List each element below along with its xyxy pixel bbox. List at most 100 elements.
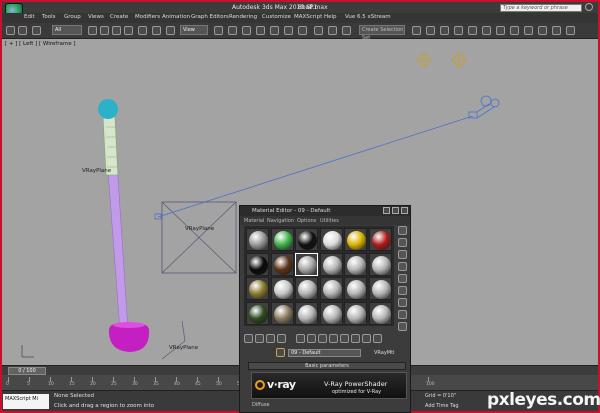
material-slot[interactable] xyxy=(295,301,318,325)
menu-customize[interactable]: Customize xyxy=(262,14,291,20)
align-icon[interactable] xyxy=(342,26,351,35)
rotate-icon[interactable] xyxy=(152,26,161,35)
render-setup-icon[interactable] xyxy=(482,26,491,35)
material-slot[interactable] xyxy=(319,277,343,300)
select-manipulate-icon[interactable] xyxy=(228,26,237,35)
vray-plane-gizmo[interactable] xyxy=(161,201,237,274)
region-select-icon[interactable] xyxy=(112,26,121,35)
scale-icon[interactable] xyxy=(166,26,175,35)
redo-icon[interactable] xyxy=(18,26,27,35)
sample-type-icon[interactable] xyxy=(398,226,407,235)
material-slot[interactable] xyxy=(368,228,392,251)
time-slider-handle[interactable]: 0 / 100 xyxy=(8,367,46,375)
material-slot[interactable] xyxy=(344,277,367,300)
material-slot[interactable] xyxy=(246,228,269,251)
quick-render-icon[interactable] xyxy=(524,26,533,35)
material-slot[interactable] xyxy=(246,277,269,300)
point-helper-icon[interactable] xyxy=(416,52,467,68)
spinner-snap-icon[interactable] xyxy=(298,26,307,35)
mirror-icon[interactable] xyxy=(328,26,337,35)
material-slot[interactable] xyxy=(368,301,392,325)
edit-named-sets-icon[interactable] xyxy=(314,26,323,35)
uv-tiling-icon[interactable] xyxy=(398,262,407,271)
material-slot[interactable] xyxy=(295,228,318,251)
menu-tools[interactable]: Tools xyxy=(42,14,56,20)
material-navigator-icon[interactable] xyxy=(398,322,407,331)
show-end-result-icon[interactable] xyxy=(351,334,360,343)
minimize-icon[interactable] xyxy=(383,207,390,214)
menu-help[interactable]: Help xyxy=(324,14,337,20)
basic-parameters-rollout[interactable]: Basic parameters xyxy=(248,362,406,370)
keyboard-shortcut-icon[interactable] xyxy=(242,26,251,35)
material-slot[interactable] xyxy=(270,252,294,276)
me-menu-options[interactable]: Options xyxy=(297,218,316,224)
material-slot[interactable] xyxy=(295,277,318,300)
material-type-button[interactable]: VRayMtl xyxy=(374,350,394,356)
material-slot[interactable] xyxy=(368,252,392,276)
graphite-icon[interactable] xyxy=(426,26,435,35)
put-to-library-icon[interactable] xyxy=(318,334,327,343)
material-slot[interactable] xyxy=(344,252,367,276)
angle-snap-icon[interactable] xyxy=(270,26,279,35)
teapot-render-icon[interactable] xyxy=(566,26,575,35)
menu-modifiers[interactable]: Modifiers xyxy=(135,14,160,20)
menu-maxscript[interactable]: MAXScript xyxy=(294,14,322,20)
show-map-icon[interactable] xyxy=(340,334,349,343)
select-by-name-icon[interactable] xyxy=(100,26,109,35)
menu-vue[interactable]: Vue 6.5 xStream xyxy=(345,14,391,20)
menu-create[interactable]: Create xyxy=(110,14,128,20)
pick-material-icon[interactable] xyxy=(276,348,285,357)
me-menu-material[interactable]: Material xyxy=(244,218,264,224)
vray-icon[interactable] xyxy=(538,26,547,35)
video-color-check-icon[interactable] xyxy=(398,274,407,283)
render-icon[interactable] xyxy=(510,26,519,35)
material-slot[interactable] xyxy=(270,277,294,300)
copy-material-icon[interactable] xyxy=(296,334,305,343)
search-input[interactable]: Type a keyword or phrase xyxy=(500,4,582,12)
make-unique-icon[interactable] xyxy=(307,334,316,343)
curve-editor-icon[interactable] xyxy=(440,26,449,35)
undo-icon[interactable] xyxy=(6,26,15,35)
material-slot[interactable] xyxy=(270,301,294,325)
maxscript-listener[interactable]: MAXScript Mi xyxy=(3,394,49,409)
coord-system-select[interactable]: View xyxy=(180,25,208,35)
named-selection-select[interactable]: Create Selection Set xyxy=(359,25,405,41)
go-forward-sibling-icon[interactable] xyxy=(373,334,382,343)
select-object-icon[interactable] xyxy=(88,26,97,35)
close-icon[interactable] xyxy=(401,207,408,214)
background-icon[interactable] xyxy=(398,250,407,259)
material-slot[interactable] xyxy=(246,301,269,325)
pivot-icon[interactable] xyxy=(214,26,223,35)
rendered-frame-icon[interactable] xyxy=(496,26,505,35)
assign-material-icon[interactable] xyxy=(266,334,275,343)
add-time-tag[interactable]: Add Time Tag xyxy=(425,403,459,409)
select-by-material-icon[interactable] xyxy=(398,310,407,319)
move-icon[interactable] xyxy=(138,26,147,35)
menu-rendering[interactable]: Rendering xyxy=(229,14,257,20)
material-slot[interactable] xyxy=(319,301,343,325)
material-slot[interactable] xyxy=(295,252,318,276)
menu-graph-editors[interactable]: Graph Editors xyxy=(191,14,229,20)
menu-views[interactable]: Views xyxy=(88,14,104,20)
menu-animation[interactable]: Animation xyxy=(162,14,190,20)
material-editor-titlebar[interactable]: Material Editor - 09 - Default xyxy=(240,206,410,216)
environment-icon[interactable] xyxy=(552,26,561,35)
options-icon[interactable] xyxy=(398,298,407,307)
reset-map-icon[interactable] xyxy=(277,334,286,343)
menu-edit[interactable]: Edit xyxy=(24,14,35,20)
go-to-parent-icon[interactable] xyxy=(362,334,371,343)
material-slot[interactable] xyxy=(319,228,343,251)
backlight-icon[interactable] xyxy=(398,238,407,247)
window-crossing-icon[interactable] xyxy=(124,26,133,35)
material-slot[interactable] xyxy=(344,301,367,325)
selection-filter-select[interactable]: All xyxy=(52,25,82,35)
me-menu-navigation[interactable]: Navigation xyxy=(267,218,294,224)
put-to-scene-icon[interactable] xyxy=(255,334,264,343)
make-preview-icon[interactable] xyxy=(398,286,407,295)
snap-toggle-icon[interactable] xyxy=(256,26,265,35)
light-icon[interactable] xyxy=(468,95,500,119)
menu-group[interactable]: Group xyxy=(64,14,81,20)
select-link-icon[interactable] xyxy=(32,26,41,35)
me-menu-utilities[interactable]: Utilities xyxy=(320,218,339,224)
material-id-icon[interactable] xyxy=(329,334,338,343)
